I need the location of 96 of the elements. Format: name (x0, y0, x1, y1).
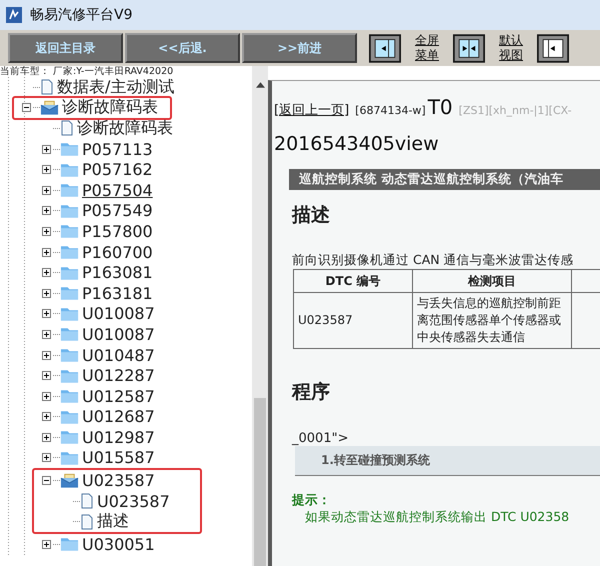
folder-icon (60, 388, 79, 404)
document-icon (80, 493, 94, 510)
section-heading: 描述 (292, 203, 331, 228)
expand-icon[interactable] (42, 432, 51, 442)
view-link[interactable]: 默认 视图 (499, 33, 523, 63)
tree-item[interactable]: 数据表/主动测试 (57, 76, 174, 98)
tree-item[interactable]: U030051 (82, 534, 155, 554)
expand-icon[interactable] (42, 309, 51, 318)
folder-icon (60, 536, 79, 552)
expand-icon[interactable] (42, 412, 51, 422)
open-folder-icon (60, 472, 79, 489)
tree-item[interactable]: P160700 (82, 242, 153, 262)
section-heading: 程序 (292, 380, 331, 405)
expand-icon[interactable] (42, 540, 51, 549)
app-icon (6, 7, 22, 23)
back-link[interactable]: [返回上一页] (274, 101, 350, 119)
folder-icon (60, 347, 79, 364)
nav-button[interactable]: 返回主目录 (8, 33, 123, 63)
expand-icon[interactable] (42, 226, 51, 236)
expand-icon[interactable] (42, 288, 51, 298)
scrollbar-thumb[interactable] (254, 398, 266, 566)
expand-icon[interactable] (42, 144, 51, 154)
table-cell: 与丢失信息的巡航控制前距离范围传感器单个传感器或中央传感器失去通信 (412, 292, 572, 348)
tree-item[interactable]: P057113 (82, 140, 153, 159)
scroll-up-icon[interactable] (256, 82, 264, 88)
view-title: 2016543405view (274, 133, 440, 155)
folder-icon (60, 202, 79, 219)
document-id: [6874134-w] (355, 104, 426, 117)
section-bar: 巡航控制系统 动态雷达巡航控制系统（汽油车 (289, 169, 600, 190)
expand-icon[interactable] (42, 453, 51, 462)
document-icon (60, 120, 74, 136)
expand-icon[interactable] (42, 350, 51, 360)
scrollbar[interactable] (252, 66, 268, 566)
tree-item[interactable]: U010087 (82, 304, 155, 324)
tree-item[interactable]: 描述 (97, 511, 129, 532)
expand-icon[interactable] (42, 186, 51, 195)
tree-item[interactable]: U012587 (82, 386, 155, 406)
table-cell: U023587 (294, 292, 412, 348)
tree-item[interactable]: U010487 (82, 346, 155, 365)
nav-button[interactable]: >>前进 (242, 33, 357, 63)
split-view-icon[interactable] (453, 34, 485, 62)
tree-item[interactable]: P163181 (82, 284, 153, 303)
collapse-icon[interactable] (22, 103, 31, 112)
expand-icon[interactable] (42, 268, 51, 278)
expand-icon[interactable] (42, 206, 51, 216)
folder-icon (60, 223, 79, 240)
step-heading: 1.转至碰撞预测系统 (295, 446, 600, 476)
expand-icon[interactable] (42, 392, 51, 401)
document-icon (40, 79, 54, 96)
vehicle-label: 当前车型： 厂家:Y-一汽丰田RAV42020 (0, 66, 174, 77)
tree-item[interactable]: P057162 (82, 160, 153, 180)
tree-item[interactable]: U023587 (82, 471, 155, 490)
folder-icon (60, 182, 79, 198)
folder-icon (60, 244, 79, 260)
view-link[interactable]: 全屏 菜单 (415, 33, 439, 63)
folder-icon (60, 285, 79, 302)
column-header: DTC 编号 (294, 270, 412, 292)
tree-item[interactable]: P157800 (82, 222, 153, 241)
hint-title: 提示： (292, 492, 332, 509)
folder-icon (60, 429, 79, 446)
folder-icon (60, 326, 79, 342)
tree-item[interactable]: U012287 (82, 366, 155, 386)
window-title: 畅易汽修平台V9 (30, 6, 132, 24)
tree-item[interactable]: P057504 (82, 180, 153, 200)
tree-item[interactable]: 诊断故障码表 (77, 118, 173, 139)
tag-text: [ZS1][xh_nm-|1][CX- (458, 104, 572, 117)
collapse-icon[interactable] (42, 476, 51, 486)
tree-item[interactable]: P163081 (82, 263, 153, 282)
code-fragment: _0001"> (292, 431, 350, 446)
folder-icon (60, 368, 79, 384)
open-folder-icon (40, 100, 59, 116)
folder-icon (60, 306, 79, 322)
tree-item[interactable]: U015587 (82, 448, 155, 468)
tree-item[interactable]: U010087 (82, 324, 155, 344)
folder-icon (60, 264, 79, 281)
nav-button[interactable]: <<后退. (125, 33, 240, 63)
hint-text: 如果动态雷达巡航控制系统输出 DTC U02358 (305, 509, 570, 526)
fullscreen-icon[interactable] (369, 34, 401, 62)
tree-item[interactable]: P057549 (82, 201, 153, 220)
column-header: 检测项目 (412, 270, 572, 292)
pane-icon[interactable] (537, 34, 569, 62)
tree-item[interactable]: U023587 (97, 492, 170, 511)
document-icon (80, 514, 94, 530)
expand-icon[interactable] (42, 330, 51, 339)
code-label: T0 (428, 95, 453, 119)
expand-icon[interactable] (42, 165, 51, 174)
tree-item[interactable]: U012687 (82, 407, 155, 426)
folder-icon (60, 450, 79, 466)
folder-icon (60, 408, 79, 425)
folder-icon (60, 162, 79, 178)
tree-item[interactable]: 诊断故障码表 (62, 97, 158, 118)
paragraph: 前向识别摄像机通过 CAN 通信与毫米波雷达传感 (292, 252, 575, 269)
expand-icon[interactable] (42, 371, 51, 380)
expand-icon[interactable] (42, 248, 51, 257)
folder-icon (60, 141, 79, 158)
tree-item[interactable]: U012987 (82, 428, 155, 447)
